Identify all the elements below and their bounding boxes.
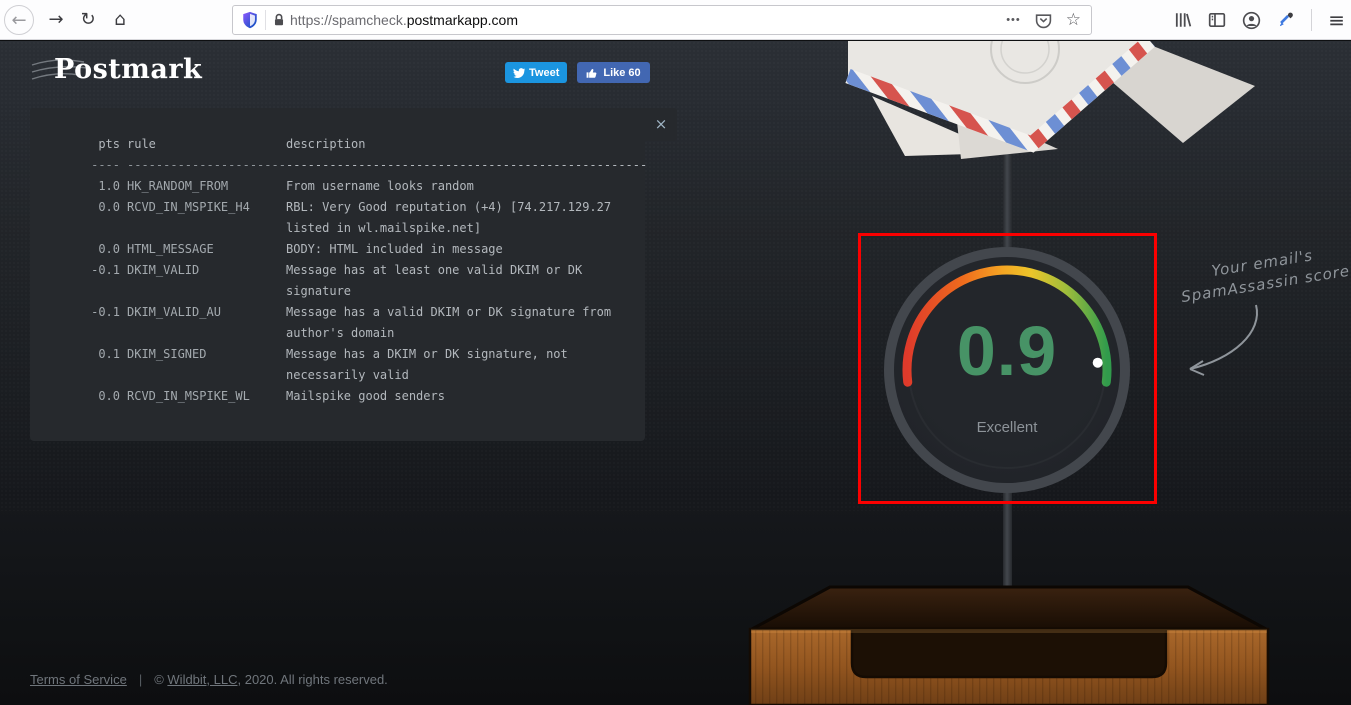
tweet-button[interactable]: Tweet bbox=[505, 62, 567, 83]
envelope-artwork bbox=[843, 41, 1255, 164]
rule-name: HTML_MESSAGE bbox=[127, 239, 286, 260]
twitter-bird-icon bbox=[513, 67, 525, 79]
rule-description: Message has a DKIM or DK signature, notn… bbox=[286, 344, 645, 386]
urlbar-divider bbox=[265, 10, 266, 30]
thumbs-up-icon bbox=[586, 67, 598, 79]
rule-name: DKIM_VALID bbox=[127, 260, 286, 302]
pocket-icon[interactable] bbox=[1035, 12, 1052, 29]
table-row: -0.1 DKIM_VALID_AU Message has a valid D… bbox=[62, 302, 645, 344]
sidebar-icon[interactable] bbox=[1208, 11, 1226, 29]
back-button[interactable]: ← bbox=[4, 5, 34, 35]
url-text: https://spamcheck.postmarkapp.com bbox=[290, 12, 1006, 28]
lock-icon bbox=[272, 13, 286, 27]
reload-button[interactable]: ↻ bbox=[72, 4, 104, 36]
rule-description: BODY: HTML included in message bbox=[286, 239, 645, 260]
table-row: 0.0 RCVD_IN_MSPIKE_H4 RBL: Very Good rep… bbox=[62, 197, 645, 239]
page-actions-dots-icon[interactable]: ••• bbox=[1006, 14, 1021, 26]
rule-description: Message has a valid DKIM or DK signature… bbox=[286, 302, 645, 344]
rule-name: RCVD_IN_MSPIKE_WL bbox=[127, 386, 286, 407]
rule-name: HK_RANDOM_FROM bbox=[127, 176, 286, 197]
account-icon[interactable] bbox=[1242, 11, 1261, 30]
eyedropper-icon[interactable] bbox=[1277, 11, 1295, 29]
table-row: 1.0 HK_RANDOM_FROM From username looks r… bbox=[62, 176, 645, 197]
report-rows: 1.0 HK_RANDOM_FROM From username looks r… bbox=[62, 176, 645, 407]
spam-score-label: Excellent bbox=[894, 419, 1120, 436]
table-row: 0.0 RCVD_IN_MSPIKE_WL Mailspike good sen… bbox=[62, 386, 645, 407]
close-icon[interactable]: × bbox=[645, 108, 677, 141]
bookmark-star-icon[interactable]: ☆ bbox=[1066, 10, 1081, 30]
terms-of-service-link[interactable]: Terms of Service bbox=[30, 672, 127, 687]
home-button[interactable]: ⌂ bbox=[104, 4, 136, 36]
spam-score-gauge: 0.9 Excellent bbox=[884, 247, 1130, 493]
table-row: 0.1 DKIM_SIGNED Message has a DKIM or DK… bbox=[62, 344, 645, 386]
annotation-note: Your email's SpamAssassin score bbox=[1176, 240, 1351, 308]
rule-points: -0.1 bbox=[62, 260, 120, 302]
rule-points: 0.1 bbox=[62, 344, 120, 386]
browser-toolbar: ← → ↻ ⌂ https://spamcheck.postmarkapp.co… bbox=[0, 0, 1351, 40]
rule-points: 0.0 bbox=[62, 386, 120, 407]
spam-score-value: 0.9 bbox=[894, 315, 1120, 387]
logo-text: Postmark bbox=[54, 54, 202, 85]
url-bar[interactable]: https://spamcheck.postmarkapp.com ••• ☆ bbox=[232, 5, 1092, 35]
copyright-text: © Wildbit, LLC, 2020. All rights reserve… bbox=[154, 672, 388, 687]
rule-description: RBL: Very Good reputation (+4) [74.217.1… bbox=[286, 197, 645, 239]
table-row: 0.0 HTML_MESSAGE BODY: HTML included in … bbox=[62, 239, 645, 260]
footer-separator: | bbox=[139, 672, 142, 687]
share-buttons: Tweet Like 60 bbox=[505, 62, 650, 83]
table-separator: ----------------------------------------… bbox=[62, 155, 645, 176]
annotation-arrow-icon bbox=[1178, 299, 1298, 379]
library-icon[interactable] bbox=[1174, 11, 1192, 29]
spam-rules-table: ptsruledescription ---------------------… bbox=[30, 108, 645, 407]
forward-button[interactable]: → bbox=[40, 4, 72, 36]
page-background: Postmark Tweet Like 60 ptsruledescriptio… bbox=[0, 41, 1351, 705]
footer: Terms of Service | © Wildbit, LLC, 2020. A… bbox=[30, 672, 388, 687]
table-row: -0.1 DKIM_VALID Message has at least one… bbox=[62, 260, 645, 302]
rule-description: Mailspike good senders bbox=[286, 386, 645, 407]
spam-report-panel: ptsruledescription ---------------------… bbox=[30, 108, 645, 441]
rule-description: From username looks random bbox=[286, 176, 645, 197]
menu-icon[interactable]: ≡ bbox=[1328, 8, 1345, 32]
rule-points: 0.0 bbox=[62, 197, 120, 239]
inbox-tray-artwork bbox=[748, 583, 1270, 705]
table-header: ptsruledescription bbox=[62, 134, 645, 155]
wildbit-link[interactable]: Wildbit, LLC bbox=[167, 672, 237, 687]
rule-name: RCVD_IN_MSPIKE_H4 bbox=[127, 197, 286, 239]
facebook-like-button[interactable]: Like 60 bbox=[577, 62, 649, 83]
rule-name: DKIM_SIGNED bbox=[127, 344, 286, 386]
rule-name: DKIM_VALID_AU bbox=[127, 302, 286, 344]
rule-points: 0.0 bbox=[62, 239, 120, 260]
rule-points: 1.0 bbox=[62, 176, 120, 197]
toolbar-divider bbox=[1311, 9, 1312, 31]
rule-points: -0.1 bbox=[62, 302, 120, 344]
rule-description: Message has at least one valid DKIM or D… bbox=[286, 260, 645, 302]
shield-icon[interactable] bbox=[241, 11, 259, 29]
postmark-logo[interactable]: Postmark bbox=[30, 54, 202, 85]
